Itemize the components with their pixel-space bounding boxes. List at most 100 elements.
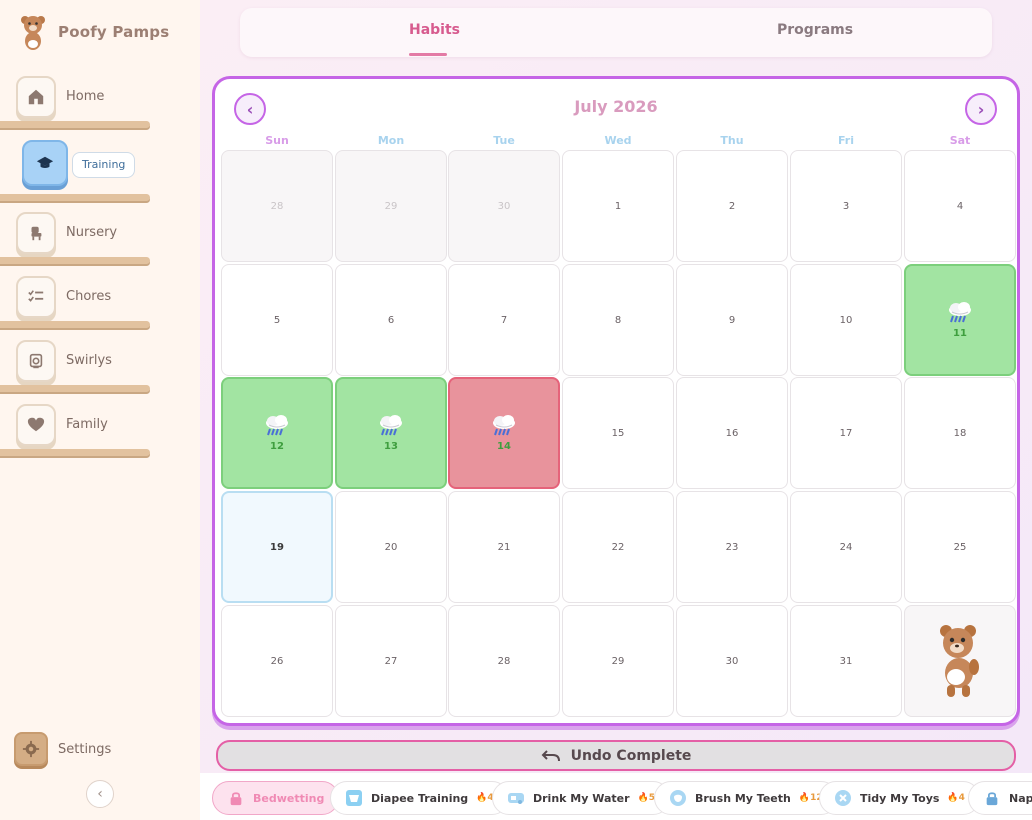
calendar-day[interactable]: 21 [448, 491, 560, 603]
calendar-day[interactable]: 12 [221, 377, 333, 489]
collapse-sidebar-button[interactable]: ‹ [86, 780, 114, 808]
calendar-day[interactable]: 19 [221, 491, 333, 603]
sidebar-item-home[interactable]: Home [0, 76, 200, 136]
calendar-day[interactable]: 28 [221, 150, 333, 262]
day-number: 30 [497, 200, 511, 212]
calendar-day[interactable]: 30 [676, 605, 788, 717]
habit-label: Nap Time [1009, 791, 1032, 805]
sidebar-item-nursery[interactable]: Nursery [0, 212, 200, 272]
sidebar-item-chores[interactable]: Chores [0, 276, 200, 336]
sippy-cup-icon [507, 789, 525, 807]
calendar-day[interactable]: 29 [562, 605, 674, 717]
rain-cloud-icon [380, 415, 402, 436]
calendar-day[interactable]: 9 [676, 264, 788, 376]
undo-label: Undo Complete [570, 747, 692, 764]
habit-chip[interactable]: Bedwetting [212, 781, 340, 815]
calendar-day[interactable]: 26 [221, 605, 333, 717]
day-number: 11 [953, 328, 967, 339]
bear-logo-icon [21, 16, 45, 50]
next-month-button[interactable]: › [965, 93, 997, 125]
day-number: 27 [384, 655, 398, 667]
calendar-day[interactable]: 3 [790, 150, 902, 262]
tab-programs[interactable]: Programs [777, 22, 853, 38]
day-number: 20 [384, 541, 398, 553]
day-number: 16 [725, 427, 739, 439]
calendar-day[interactable]: 24 [790, 491, 902, 603]
calendar-day[interactable]: 14 [448, 377, 560, 489]
toilet-icon [29, 353, 43, 369]
weekday-label-sun: Sun [265, 134, 289, 147]
shelf-divider [0, 121, 150, 128]
calendar-day[interactable]: 23 [676, 491, 788, 603]
calendar-day[interactable]: 16 [676, 377, 788, 489]
lock-icon [983, 789, 1001, 807]
day-number: 8 [614, 314, 622, 326]
calendar-day[interactable]: 2 [676, 150, 788, 262]
calendar-day[interactable]: 8 [562, 264, 674, 376]
calendar: ‹ July 2026 › Sun Mon Tue Wed Thu Fri Sat 28 29… [212, 76, 1020, 726]
settings-item[interactable]: Settings [14, 732, 111, 766]
calendar-day[interactable]: 31 [790, 605, 902, 717]
sidebar-item-family[interactable]: Family [0, 404, 200, 464]
habit-chip[interactable]: Drink My Water 🔥5 [492, 781, 671, 815]
calendar-day[interactable]: 11 [904, 264, 1016, 376]
calendar-day[interactable]: 20 [335, 491, 447, 603]
shelf-divider [0, 385, 150, 392]
chevron-left-icon: ‹ [97, 786, 103, 802]
crib-icon [31, 226, 42, 241]
shelf-divider [0, 194, 150, 201]
day-number: 1 [614, 200, 622, 212]
tab-habits[interactable]: Habits [409, 22, 460, 38]
calendar-day[interactable]: 29 [335, 150, 447, 262]
sidebar-item-label: Nursery [66, 225, 118, 240]
diaper-icon [345, 789, 363, 807]
day-number: 4 [956, 200, 964, 212]
weekday-label-tue: Tue [493, 134, 515, 147]
calendar-day[interactable]: 18 [904, 377, 1016, 489]
calendar-day[interactable]: 15 [562, 377, 674, 489]
tab-bar: Habits Programs [240, 8, 992, 57]
calendar-day[interactable]: 30 [448, 150, 560, 262]
calendar-day[interactable]: 27 [335, 605, 447, 717]
nursery-button[interactable] [16, 212, 56, 254]
calendar-day[interactable]: 6 [335, 264, 447, 376]
weekday-label-fri: Fri [837, 134, 854, 147]
habit-chip[interactable]: Tidy My Toys 🔥4 [819, 781, 980, 815]
day-number: 2 [728, 200, 736, 212]
habit-label: Bedwetting [253, 791, 325, 805]
day-number: 6 [387, 314, 395, 326]
calendar-day[interactable]: 22 [562, 491, 674, 603]
calendar-day[interactable]: 25 [904, 491, 1016, 603]
gear-icon [22, 740, 40, 758]
streak-value: 4 [958, 793, 965, 803]
calendar-day[interactable]: 13 [335, 377, 447, 489]
day-number: 10 [839, 314, 853, 326]
training-button[interactable] [22, 140, 68, 186]
rain-cloud-icon [493, 415, 515, 436]
sidebar-item-training[interactable]: Training [0, 140, 200, 201]
calendar-day[interactable]: 5 [221, 264, 333, 376]
habit-chip[interactable]: Nap Time [968, 781, 1032, 815]
toy-icon [834, 789, 852, 807]
chores-button[interactable] [16, 276, 56, 318]
settings-button[interactable] [14, 732, 48, 766]
calendar-day[interactable]: 1 [562, 150, 674, 262]
calendar-month-title: July 2026 [574, 97, 658, 116]
day-number: 18 [953, 427, 967, 439]
undo-icon [541, 749, 560, 761]
calendar-day[interactable]: 17 [790, 377, 902, 489]
undo-complete-button[interactable]: Undo Complete [216, 740, 1016, 771]
family-button[interactable] [16, 404, 56, 446]
habit-label: Drink My Water [533, 791, 630, 805]
habit-chip[interactable]: Brush My Teeth 🔥12 [654, 781, 838, 815]
calendar-day[interactable]: 7 [448, 264, 560, 376]
home-button[interactable] [16, 76, 56, 118]
sidebar-item-swirlys[interactable]: Swirlys [0, 340, 200, 400]
calendar-day[interactable]: 4 [904, 150, 1016, 262]
habit-chip[interactable]: Diapee Training 🔥4 [330, 781, 509, 815]
calendar-day[interactable]: 10 [790, 264, 902, 376]
checklist-icon [28, 290, 44, 302]
swirlys-button[interactable] [16, 340, 56, 382]
calendar-day[interactable]: 28 [448, 605, 560, 717]
settings-label: Settings [58, 741, 112, 757]
